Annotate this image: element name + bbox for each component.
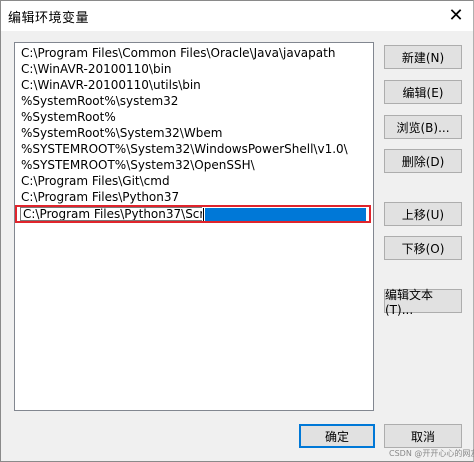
list-item[interactable]: %SYSTEMROOT%\System32\WindowsPowerShell\… bbox=[21, 141, 348, 157]
title-bar: 编辑环境变量 ✕ bbox=[1, 1, 473, 31]
list-item[interactable]: C:\Program Files\Git\cmd bbox=[21, 173, 170, 189]
list-item[interactable]: C:\Program Files\Common Files\Oracle\Jav… bbox=[21, 45, 335, 61]
text-selection bbox=[205, 208, 366, 221]
cancel-button[interactable]: 取消 bbox=[384, 424, 462, 448]
delete-button[interactable]: 删除(D) bbox=[384, 149, 462, 173]
list-item[interactable]: %SYSTEMROOT%\System32\OpenSSH\ bbox=[21, 157, 255, 173]
dialog-title: 编辑环境变量 bbox=[8, 11, 90, 26]
list-item[interactable]: C:\WinAVR-20100110\utils\bin bbox=[21, 77, 201, 93]
list-item[interactable]: %SystemRoot%\System32\Wbem bbox=[21, 125, 222, 141]
move-down-button[interactable]: 下移(O) bbox=[384, 236, 462, 260]
move-up-button[interactable]: 上移(U) bbox=[384, 202, 462, 226]
list-item[interactable]: %SystemRoot%\system32 bbox=[21, 93, 178, 109]
text-caret bbox=[203, 208, 204, 221]
close-icon[interactable]: ✕ bbox=[439, 2, 473, 30]
watermark: CSDN @开开心心的网友 bbox=[389, 449, 474, 458]
edit-env-var-dialog: 编辑环境变量 ✕ C:\Program Files\Common Files\O… bbox=[0, 0, 474, 462]
edit-button[interactable]: 编辑(E) bbox=[384, 80, 462, 104]
editing-row-highlight: C:\Program Files\Python37\Scripts bbox=[15, 205, 371, 223]
list-item[interactable]: %SystemRoot% bbox=[21, 109, 116, 125]
ok-button[interactable]: 确定 bbox=[299, 424, 375, 448]
browse-button[interactable]: 浏览(B)... bbox=[384, 115, 462, 139]
list-item[interactable]: C:\Program Files\Python37 bbox=[21, 189, 179, 205]
path-list[interactable]: C:\Program Files\Common Files\Oracle\Jav… bbox=[14, 42, 374, 411]
new-button[interactable]: 新建(N) bbox=[384, 45, 462, 69]
edit-text-button[interactable]: 编辑文本(T)... bbox=[384, 288, 462, 317]
list-item[interactable]: C:\WinAVR-20100110\bin bbox=[21, 61, 172, 77]
path-edit-field[interactable]: C:\Program Files\Python37\Scripts bbox=[20, 207, 202, 221]
